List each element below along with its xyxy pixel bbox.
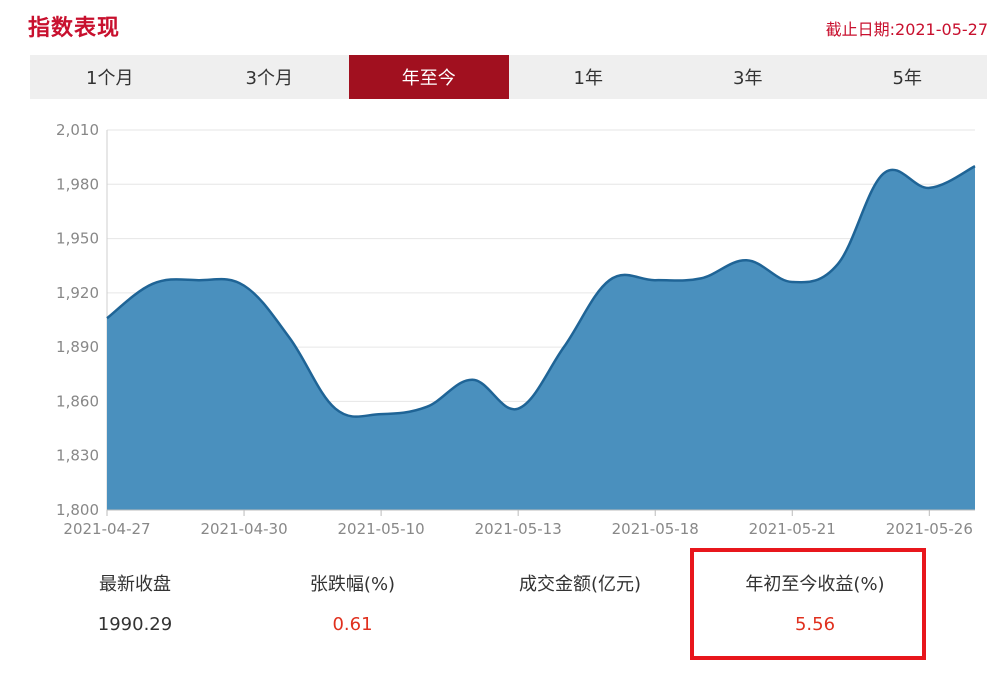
cutoff-date-value: 2021-05-27: [895, 20, 988, 39]
x-tick-label: 2021-05-10: [338, 520, 425, 538]
y-tick-label: 1,830: [56, 447, 99, 465]
tab-1-year[interactable]: 1年: [509, 55, 669, 99]
cutoff-date: 截止日期:2021-05-27: [826, 16, 988, 40]
stat-turnover: 成交金额(亿元): [495, 570, 665, 614]
y-tick-label: 1,920: [56, 284, 99, 302]
x-tick-label: 2021-04-27: [63, 520, 150, 538]
cutoff-label: 截止日期:: [825, 20, 896, 39]
x-tick-label: 2021-04-30: [200, 520, 287, 538]
stat-latest-close: 最新收盘 1990.29: [70, 570, 200, 635]
y-tick-label: 1,860: [56, 392, 99, 410]
tab-3-months[interactable]: 3个月: [190, 55, 350, 99]
y-tick-label: 1,890: [56, 338, 99, 356]
x-tick-label: 2021-05-13: [475, 520, 562, 538]
index-area-chart: 1,800 1,830 1,860 1,890 1,920 1,950 1,980 2,010…: [56, 121, 976, 538]
turnover-label: 成交金额(亿元): [518, 574, 642, 595]
change-pct-value: 0.61: [332, 614, 373, 635]
y-tick-label: 1,800: [56, 501, 99, 519]
area-fill: [107, 166, 975, 510]
change-pct-label: 张跌幅(%): [309, 574, 396, 595]
y-tick-label: 1,950: [56, 230, 99, 248]
tab-ytd[interactable]: 年至今: [349, 55, 509, 99]
stat-change-pct: 张跌幅(%) 0.61: [280, 570, 425, 635]
latest-close-label: 最新收盘: [99, 574, 171, 595]
tab-1-month[interactable]: 1个月: [30, 55, 190, 99]
x-tick-label: 2021-05-21: [749, 520, 836, 538]
ytd-highlight-box: [690, 548, 926, 660]
period-tabs: 1个月 3个月 年至今 1年 3年 5年: [30, 55, 987, 99]
tab-5-years[interactable]: 5年: [828, 55, 988, 99]
y-tick-label: 2,010: [56, 121, 99, 139]
y-tick-label: 1,980: [56, 175, 99, 193]
page-title: 指数表现: [28, 16, 121, 41]
x-tick-label: 2021-05-18: [612, 520, 699, 538]
tab-3-years[interactable]: 3年: [668, 55, 828, 99]
x-tick-label: 2021-05-26: [886, 520, 973, 538]
latest-close-value: 1990.29: [97, 614, 173, 635]
